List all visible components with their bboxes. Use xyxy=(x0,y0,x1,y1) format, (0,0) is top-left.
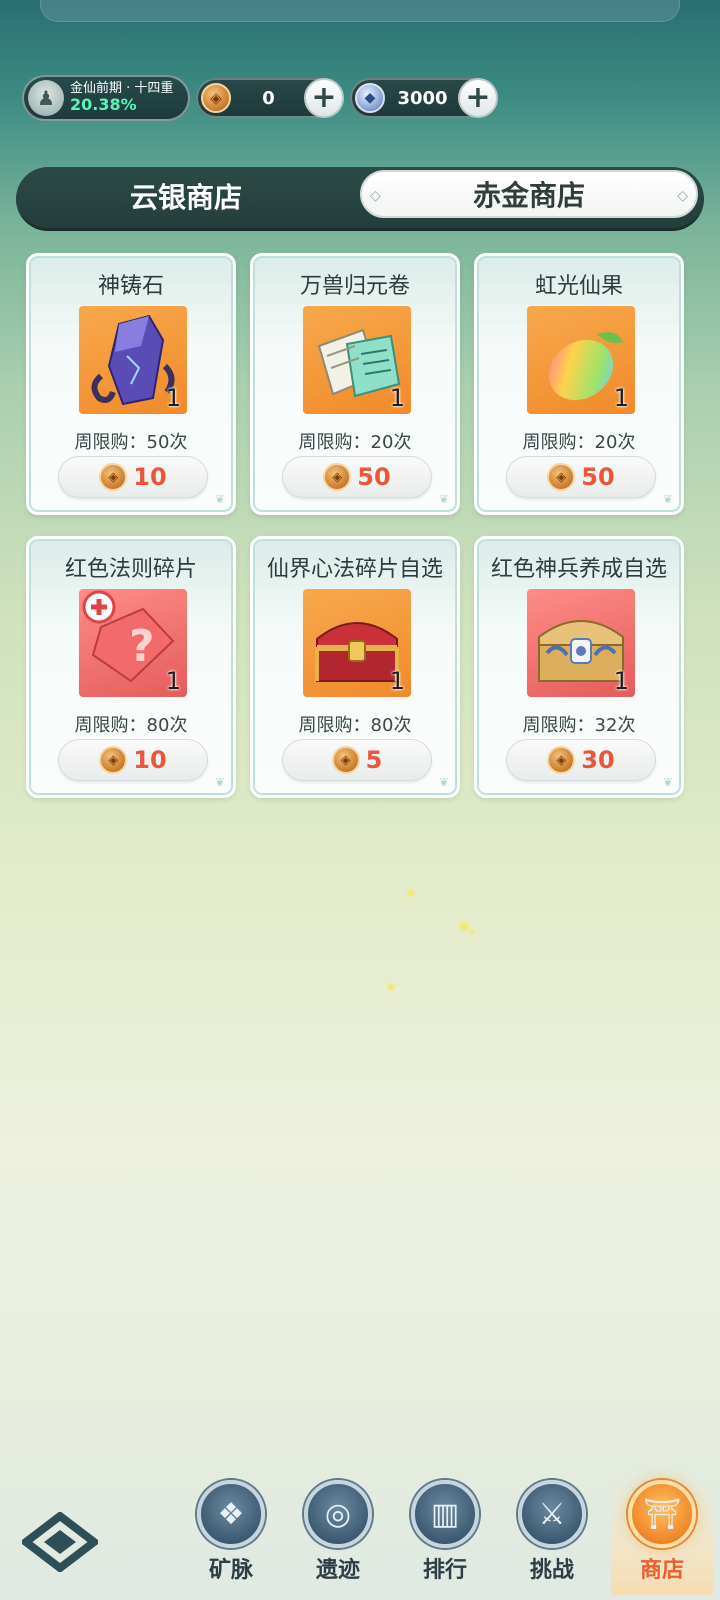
item-quantity: 1 xyxy=(389,384,405,412)
item-quantity: 1 xyxy=(165,384,181,412)
vortex-icon: ◎ xyxy=(304,1480,372,1548)
podium-icon: ▥ xyxy=(411,1480,479,1548)
gold-currency: ◈ 0 + xyxy=(196,78,344,118)
purchase-limit: 周限购：32次 xyxy=(522,715,636,736)
gold-coin-icon: ◈ xyxy=(99,746,128,774)
item-name: 红色神兵养成自选 xyxy=(490,557,667,582)
item-image: 1 xyxy=(527,589,635,697)
cloud-ornament-icon: ❦ xyxy=(438,492,449,506)
tab-ornament-right-icon: ◇ xyxy=(677,188,688,204)
item-price: 30 xyxy=(581,746,615,774)
pagoda-icon: ⛩ xyxy=(628,1480,696,1548)
item-name: 神铸石 xyxy=(97,274,164,299)
sparkle xyxy=(460,922,468,930)
tab-silver-shop[interactable]: 云银商店 xyxy=(16,167,356,225)
bottom-nav: ❖ 矿脉 ◎ 遗迹 ▥ 排行 ⚔ 挑战 ⛩ 商店 xyxy=(0,1470,720,1600)
tab-gold-shop-label: 赤金商店 xyxy=(472,179,585,212)
item-price: 50 xyxy=(581,463,615,491)
nav-item-shop[interactable]: ⛩ 商店 xyxy=(611,1480,713,1595)
tab-ornament-left-icon: ◇ xyxy=(370,188,381,204)
nav-item-mine[interactable]: ❖ 矿脉 xyxy=(183,1480,279,1595)
realm-badge[interactable]: ♟ 金仙前期 · 十四重 20.38% xyxy=(22,75,190,121)
add-silver-button[interactable]: + xyxy=(458,78,498,118)
item-quantity: 1 xyxy=(613,667,629,695)
silver-currency: ◆ 3000 + xyxy=(350,78,498,118)
swords-icon: ⚔ xyxy=(518,1480,586,1548)
nav-label: 遗迹 xyxy=(315,1558,360,1583)
shop-item-card[interactable]: 神铸石 1 周限购：50次 ◈ 10 ❦ xyxy=(26,253,236,515)
item-name: 仙界心法碎片自选 xyxy=(266,557,443,582)
sparkle xyxy=(408,890,414,896)
svg-text:?: ? xyxy=(129,621,155,672)
nav-label: 挑战 xyxy=(529,1558,574,1583)
nav-item-ranking[interactable]: ▥ 排行 xyxy=(397,1480,493,1595)
gold-coin-icon: ◈ xyxy=(201,83,231,113)
gold-coin-icon: ◈ xyxy=(547,746,576,774)
buy-button[interactable]: ◈ 50 xyxy=(282,456,432,498)
shop-item-card[interactable]: 红色神兵养成自选 1 周限购：32次 ◈ 30 ❦ xyxy=(474,536,684,798)
item-image: 1 xyxy=(79,306,187,414)
cloud-ornament-icon: ❦ xyxy=(662,492,673,506)
nav-label: 矿脉 xyxy=(208,1558,253,1583)
nav-item-challenge[interactable]: ⚔ 挑战 xyxy=(504,1480,600,1595)
item-quantity: 1 xyxy=(613,384,629,412)
buy-button[interactable]: ◈ 5 xyxy=(282,739,432,781)
item-quantity: 1 xyxy=(165,667,181,695)
realm-progress: 20.38% xyxy=(70,95,137,115)
item-name: 虹光仙果 xyxy=(534,274,623,299)
gold-coin-icon: ◈ xyxy=(547,463,576,491)
purchase-limit: 周限购：20次 xyxy=(522,432,636,453)
item-price: 50 xyxy=(357,463,391,491)
shop-item-card[interactable]: 红色法则碎片 ? 1 周限购：80次 ◈ 10 ❦ xyxy=(26,536,236,798)
gold-coin-icon: ◈ xyxy=(331,746,360,774)
buy-button[interactable]: ◈ 50 xyxy=(506,456,656,498)
buy-button[interactable]: ◈ 30 xyxy=(506,739,656,781)
shop-item-card[interactable]: 万兽归元卷 1 周限购：20次 ◈ 50 ❦ xyxy=(250,253,460,515)
top-banner-strip xyxy=(40,0,680,22)
item-image: 1 xyxy=(527,306,635,414)
sparkle xyxy=(470,930,474,934)
cloud-ornament-icon: ❦ xyxy=(214,775,225,789)
purchase-limit: 周限购：50次 xyxy=(74,432,188,453)
item-price: 10 xyxy=(133,746,167,774)
cloud-ornament-icon: ❦ xyxy=(214,492,225,506)
status-bar: ♟ 金仙前期 · 十四重 20.38% ◈ 0 + ◆ 3000 + xyxy=(22,75,498,121)
nav-item-ruins[interactable]: ◎ 遗迹 xyxy=(290,1480,386,1595)
purchase-limit: 周限购：80次 xyxy=(74,715,188,736)
nav-label: 排行 xyxy=(422,1558,467,1583)
item-name: 红色法则碎片 xyxy=(64,557,197,582)
tab-gold-shop[interactable]: ◇ 赤金商店 ◇ xyxy=(360,170,698,218)
home-logo-icon[interactable] xyxy=(22,1512,98,1572)
nav-label: 商店 xyxy=(639,1558,684,1583)
cloud-ornament-icon: ❦ xyxy=(662,775,673,789)
item-price: 10 xyxy=(133,463,167,491)
item-image: 1 xyxy=(303,589,411,697)
shop-tabs: 云银商店 ◇ 赤金商店 ◇ xyxy=(16,167,704,231)
cultivator-avatar-icon: ♟ xyxy=(28,80,64,116)
purchase-limit: 周限购：80次 xyxy=(298,715,412,736)
gold-coin-icon: ◈ xyxy=(323,463,352,491)
item-image: ? 1 xyxy=(79,589,187,697)
buy-button[interactable]: ◈ 10 xyxy=(58,739,208,781)
item-name: 万兽归元卷 xyxy=(299,274,410,299)
item-quantity: 1 xyxy=(389,667,405,695)
item-image: 1 xyxy=(303,306,411,414)
shop-item-card[interactable]: 仙界心法碎片自选 1 周限购：80次 ◈ 5 ❦ xyxy=(250,536,460,798)
crystal-icon: ❖ xyxy=(197,1480,265,1548)
add-gold-button[interactable]: + xyxy=(304,78,344,118)
cloud-ornament-icon: ❦ xyxy=(438,775,449,789)
silver-coin-icon: ◆ xyxy=(355,83,385,113)
buy-button[interactable]: ◈ 10 xyxy=(58,456,208,498)
realm-name: 金仙前期 · 十四重 xyxy=(70,81,174,97)
purchase-limit: 周限购：20次 xyxy=(298,432,412,453)
gold-coin-icon: ◈ xyxy=(99,463,128,491)
shop-item-card[interactable]: 虹光仙果 1 周限购：20次 ◈ 50 ❦ xyxy=(474,253,684,515)
sparkle xyxy=(388,984,394,990)
item-price: 5 xyxy=(365,746,383,774)
